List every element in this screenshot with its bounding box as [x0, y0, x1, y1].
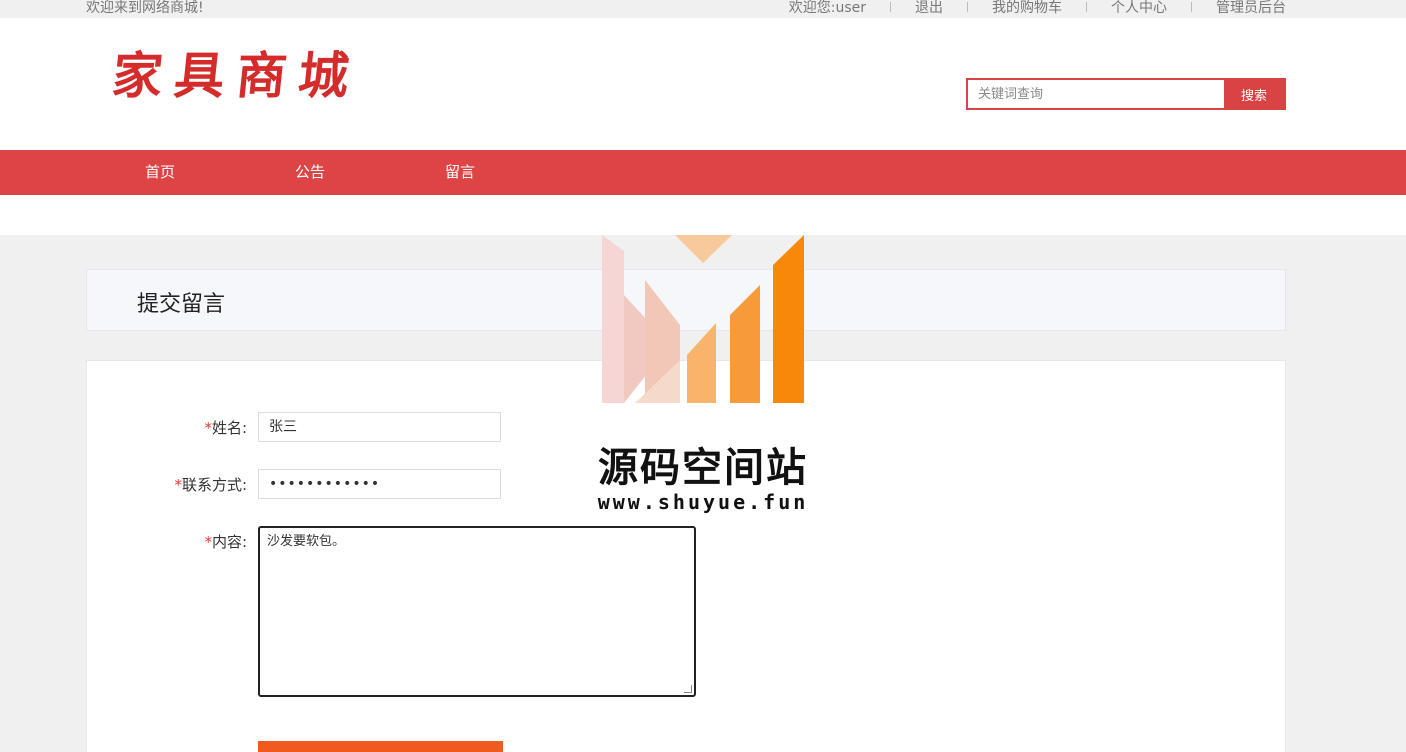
contact-label: *联系方式:	[87, 474, 247, 495]
page-title-box: 提交留言	[86, 269, 1286, 331]
welcome-text: 欢迎来到网络商城!	[86, 0, 204, 16]
profile-link[interactable]: 个人中心	[1111, 0, 1167, 17]
nav-item-messages[interactable]: 留言	[445, 150, 475, 195]
content-label: *内容:	[87, 531, 247, 552]
required-mark: *	[204, 419, 212, 437]
content-label-text: 内容:	[211, 533, 247, 551]
search-input[interactable]	[968, 80, 1224, 108]
main-nav: 首页 公告 留言	[0, 150, 1406, 195]
name-label-text: 姓名:	[211, 419, 247, 437]
page-title: 提交留言	[137, 292, 226, 317]
contact-field[interactable]: ••••••••••••	[258, 469, 501, 499]
nav-item-home[interactable]: 首页	[145, 150, 175, 195]
content-text: 沙发要软包。	[267, 534, 346, 549]
message-form: *姓名: 张三 *联系方式: •••••••••••• *内容: 沙发要软包。	[86, 360, 1286, 752]
spacer	[0, 195, 1406, 235]
resize-grip-icon[interactable]	[684, 685, 692, 693]
contact-label-text: 联系方式:	[181, 476, 247, 494]
user-greeting: 欢迎您:user	[788, 0, 866, 16]
admin-link[interactable]: 管理员后台	[1216, 0, 1286, 17]
divider	[1086, 2, 1087, 12]
divider	[967, 2, 968, 12]
divider	[890, 2, 891, 12]
nav-item-notices[interactable]: 公告	[295, 150, 325, 195]
divider	[1191, 2, 1192, 12]
logout-link[interactable]: 退出	[915, 0, 943, 17]
name-field[interactable]: 张三	[258, 412, 501, 442]
content-textarea[interactable]: 沙发要软包。	[258, 526, 696, 697]
required-mark: *	[204, 533, 212, 551]
cart-link[interactable]: 我的购物车	[992, 0, 1062, 17]
top-links: 欢迎您:user 退出 我的购物车 个人中心 管理员后台	[789, 0, 1286, 17]
required-mark: *	[174, 476, 182, 494]
search-button[interactable]: 搜索	[1224, 80, 1284, 108]
search-bar: 搜索	[966, 78, 1286, 110]
submit-button[interactable]	[258, 741, 503, 752]
site-logo[interactable]: 家具商城	[109, 36, 365, 108]
top-bar: 欢迎来到网络商城! 欢迎您:user 退出 我的购物车 个人中心 管理员后台	[0, 0, 1406, 18]
header: 家具商城 搜索	[0, 18, 1406, 150]
name-label: *姓名:	[87, 417, 247, 438]
